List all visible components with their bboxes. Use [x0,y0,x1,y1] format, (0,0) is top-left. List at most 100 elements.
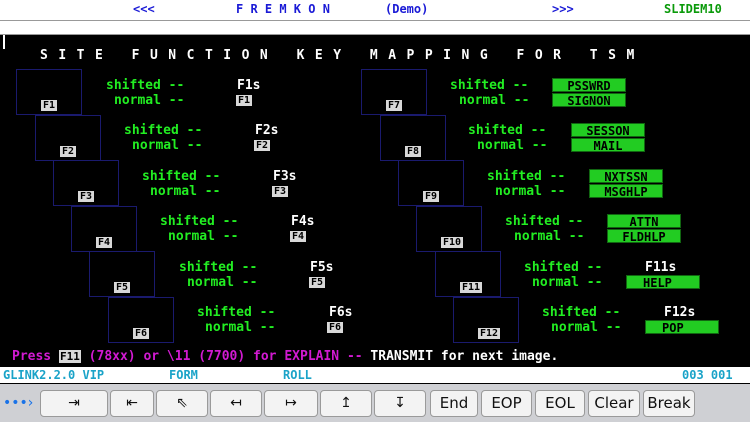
version-label: GLINK2.2.0 VIP [3,368,105,382]
shifted-label: shifted -- [124,123,203,138]
status-bar: GLINK2.2.0 VIP FORM ROLL 003 001 [0,367,750,383]
shifted-value: F4s [291,214,315,229]
prompt-press: Press [12,349,52,364]
key-label: F11 [460,282,483,293]
normal-value: F5 [309,277,326,288]
eop-button[interactable]: EOP [481,390,532,417]
eol-button[interactable]: EOL [535,390,585,417]
key-box-f10[interactable]: F10 [416,206,482,252]
key-label: F9 [423,191,440,202]
shifted-label: shifted -- [450,78,529,93]
prev-screen-link[interactable]: <<< [133,2,155,16]
normal-label: normal -- [150,184,221,199]
key-box-f6[interactable]: F6 [108,297,174,343]
app-name: F R E M K O N [236,2,330,16]
key-box-f9[interactable]: F9 [398,160,464,206]
shifted-label: shifted -- [197,305,276,320]
key-box-f5[interactable]: F5 [89,251,155,297]
shifted-value: F6s [329,305,353,320]
shifted-label: shifted -- [487,169,566,184]
tab-back-button[interactable]: ⇤ [110,390,154,417]
key-box-f11[interactable]: F11 [435,251,501,297]
key-box-f8[interactable]: F8 [380,115,446,161]
cursor-up-button[interactable]: ↥ [320,390,372,417]
command-input-line[interactable] [0,20,750,35]
normal-label: normal -- [114,93,185,108]
more-icon[interactable]: •••› [3,393,33,413]
shifted-value: F2s [255,123,279,138]
key-label: F2 [60,146,77,157]
prompt-explain: (78xx) or \11 (7700) for EXPLAIN -- [80,349,363,364]
shifted-value: SESSON [571,123,645,138]
normal-value: F1 [236,95,253,106]
shifted-label: shifted -- [542,305,621,320]
shifted-value: ATTN [607,214,681,229]
home-button[interactable]: ⇖ [156,390,208,417]
normal-value: F3 [272,186,289,197]
normal-label: normal -- [205,320,276,335]
normal-label: normal -- [168,229,239,244]
normal-value: F4 [290,231,307,242]
cursor-down-button[interactable]: ↧ [374,390,426,417]
shifted-label: shifted -- [106,78,185,93]
key-label: F3 [78,191,95,202]
normal-label: normal -- [514,229,585,244]
key-box-f4[interactable]: F4 [71,206,137,252]
normal-value: POP [645,320,719,335]
normal-value: MSGHLP [589,184,663,199]
key-label: F6 [133,328,150,339]
prompt-transmit: TRANSMIT for next image. [362,349,559,364]
tab-forward-button[interactable]: ⇥ [40,390,108,417]
key-box-f3[interactable]: F3 [53,160,119,206]
normal-value: FLDHLP [607,229,681,244]
shifted-label: shifted -- [179,260,258,275]
roll-mode: ROLL [283,368,312,382]
mode-label: (Demo) [385,2,429,16]
end-button[interactable]: End [430,390,478,417]
shifted-value: F11s [645,260,677,275]
shifted-value: PSSWRD [552,78,626,93]
normal-label: normal -- [477,138,548,153]
shifted-label: shifted -- [468,123,547,138]
normal-value: F2 [254,140,271,151]
shifted-value: F12s [664,305,696,320]
clear-button[interactable]: Clear [588,390,640,417]
normal-label: normal -- [459,93,530,108]
cursor-left-button[interactable]: ↤ [210,390,262,417]
key-label: F1 [41,100,58,111]
key-box-f2[interactable]: F2 [35,115,101,161]
key-toolbar: •••› ⇥ ⇤ ⇖ ↤ ↦ ↥ ↧ End EOP EOL Clear Bre… [0,384,750,422]
key-box-f12[interactable]: F12 [453,297,519,343]
page-title: SITE FUNCTION KEY MAPPING FOR TSM [40,48,645,63]
cursor-position: 003 001 [682,368,733,382]
header-bar: <<< F R E M K O N (Demo) >>> SLIDEM10 [0,0,750,20]
key-box-f7[interactable]: F7 [361,69,427,115]
normal-value: HELP [626,275,700,290]
normal-label: normal -- [132,138,203,153]
normal-value: F6 [327,322,344,333]
normal-value: SIGNON [552,93,626,108]
key-box-f1[interactable]: F1 [16,69,82,115]
shifted-value: F5s [310,260,334,275]
shifted-label: shifted -- [505,214,584,229]
prompt-line: Press F11 (78xx) or \11 (7700) for EXPLA… [12,349,558,364]
shifted-label: shifted -- [142,169,221,184]
normal-label: normal -- [495,184,566,199]
normal-value: MAIL [571,138,645,153]
shifted-value: F3s [273,169,297,184]
shifted-value: F1s [237,78,261,93]
break-button[interactable]: Break [643,390,695,417]
key-label: F7 [386,100,403,111]
next-screen-link[interactable]: >>> [552,2,574,16]
prompt-key: F11 [58,350,81,363]
cursor-right-button[interactable]: ↦ [264,390,318,417]
shifted-label: shifted -- [524,260,603,275]
screen-id: SLIDEM10 [664,2,722,16]
normal-label: normal -- [551,320,622,335]
key-label: F12 [478,328,501,339]
form-mode: FORM [169,368,198,382]
shifted-value: NXTSSN [589,169,663,184]
key-label: F5 [114,282,131,293]
normal-label: normal -- [532,275,603,290]
key-label: F4 [96,237,113,248]
